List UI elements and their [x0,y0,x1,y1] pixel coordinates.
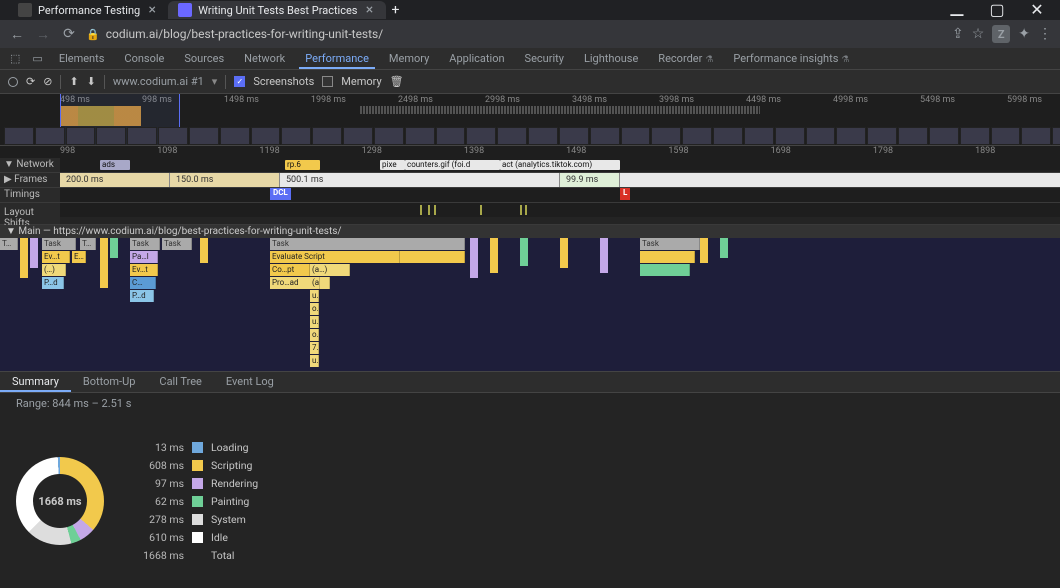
device-icon[interactable]: ▭ [26,49,48,68]
detail-ruler: 998 ms1098 ms1198 ms1298 ms1398 ms1498 m… [0,146,1060,158]
reload-button[interactable]: ⟳ [60,26,78,42]
network-request[interactable]: pixe [380,160,405,170]
address-bar: ← → ⟳ 🔒 codium.ai/blog/best-practices-fo… [0,20,1060,48]
window-controls: ⚊ ▢ ✕ [942,0,1052,21]
legend-row: 608 msScripting [134,459,258,472]
screenshots-checkbox[interactable]: ✓ [234,76,245,87]
bottom-tab-call-tree[interactable]: Call Tree [147,372,213,392]
network-request[interactable]: counters.gif (foi.d [405,160,500,170]
legend-row: 13 msLoading [134,441,258,454]
bottom-tab-summary[interactable]: Summary [0,372,71,392]
layout-shifts-lane[interactable]: Layout Shifts [0,203,1060,225]
inspect-icon[interactable]: ⬚ [4,49,26,68]
network-request[interactable]: rp.6 [285,160,320,170]
forward-button[interactable]: → [34,26,52,43]
flame-chart[interactable]: T… Task T… Task Task Task Task Ev…t E… P… [0,238,1060,371]
menu-icon[interactable]: ⋮ [1038,26,1052,42]
devtools-panel: ⬚ ▭ ElementsConsoleSourcesNetworkPerform… [0,48,1060,588]
legend-row: 1668 msTotal [134,549,258,562]
range-label: Range: 844 ms – 2.51 s [0,393,1060,414]
main-thread-header[interactable]: ▼ Main — https://www.codium.ai/blog/best… [0,225,1060,238]
devtools-tab-application[interactable]: Application [439,49,514,68]
profile-badge[interactable]: Z [992,25,1010,43]
clear-button[interactable]: ⊘ [43,75,52,88]
browser-tab-bar: Performance Testing×Writing Unit Tests B… [0,0,1060,20]
devtools-tab-console[interactable]: Console [114,49,174,68]
back-button[interactable]: ← [8,26,26,43]
memory-checkbox[interactable] [322,76,333,87]
overview-timeline[interactable]: 498 ms998 ms1498 ms1998 ms2498 ms2998 ms… [0,94,1060,146]
filmstrip [4,127,1060,145]
frame-segment[interactable]: 200.0 ms [60,173,170,187]
share-icon[interactable]: ⇪ [952,26,964,42]
bottom-tab-event-log[interactable]: Event Log [214,372,286,392]
devtools-tab-memory[interactable]: Memory [379,49,439,68]
browser-tab[interactable]: Performance Testing× [8,1,168,19]
summary-panel: 1668 ms 13 msLoading 608 msScripting 97 ms… [0,414,1060,588]
frame-segment[interactable]: 99.9 ms [560,173,620,187]
performance-toolbar: ⟳ ⊘ ⬆ ⬇ www.codium.ai #1 ▾ ✓ Screenshots… [0,70,1060,94]
legend-row: 610 msIdle [134,531,258,544]
timings-lane[interactable]: Timings DCL L [0,188,1060,203]
recording-label[interactable]: www.codium.ai #1 [113,75,204,88]
devtools-tab-security[interactable]: Security [515,49,574,68]
close-tab-icon[interactable]: × [364,4,376,16]
reload-record-button[interactable]: ⟳ [26,75,35,88]
bookmark-icon[interactable]: ☆ [972,26,985,42]
legend-row: 97 msRendering [134,477,258,490]
maximize-button[interactable]: ▢ [982,0,1012,21]
devtools-tab-lighthouse[interactable]: Lighthouse [574,49,648,68]
gc-button[interactable]: 🗑 [390,75,404,88]
devtools-tabs: ⬚ ▭ ElementsConsoleSourcesNetworkPerform… [0,48,1060,70]
new-tab-button[interactable]: + [386,2,406,18]
network-lane[interactable]: ▼ Network adsrp.6pixecounters.gif (foi.d… [0,158,1060,173]
summary-tabs: SummaryBottom-UpCall TreeEvent Log [0,371,1060,393]
url-text[interactable]: codium.ai/blog/best-practices-for-writin… [106,27,384,41]
summary-legend: 13 msLoading 608 msScripting 97 msRenderin… [134,422,258,580]
bottom-tab-bottom-up[interactable]: Bottom-Up [71,372,148,392]
devtools-tab-sources[interactable]: Sources [174,49,234,68]
record-button[interactable] [8,77,18,87]
close-window-button[interactable]: ✕ [1022,0,1052,21]
save-profile-button[interactable]: ⬇ [87,75,96,88]
network-request[interactable]: act (analytics.tiktok.com) [500,160,620,170]
extensions-icon[interactable]: ✦ [1018,26,1030,42]
frame-segment[interactable]: 150.0 ms [170,173,280,187]
devtools-tab-elements[interactable]: Elements [49,49,115,68]
devtools-tab-performance-insights[interactable]: Performance insights⚗ [723,49,859,68]
close-tab-icon[interactable]: × [146,4,158,16]
devtools-tab-performance[interactable]: Performance [295,49,379,68]
frame-segment[interactable]: 500.1 ms [280,173,560,187]
dcl-marker: DCL [270,188,291,200]
browser-tab[interactable]: Writing Unit Tests Best Practices× [168,1,385,19]
devtools-tab-recorder[interactable]: Recorder⚗ [648,49,723,68]
summary-donut-chart: 1668 ms [16,457,104,545]
load-profile-button[interactable]: ⬆ [69,75,78,88]
minimize-button[interactable]: ⚊ [942,0,972,21]
lock-icon: 🔒 [86,28,100,41]
devtools-tab-network[interactable]: Network [234,49,295,68]
load-marker: L [620,188,630,200]
legend-row: 278 msSystem [134,513,258,526]
network-request[interactable]: ads [100,160,130,170]
legend-row: 62 msPainting [134,495,258,508]
frames-lane[interactable]: ▶ Frames 200.0 ms150.0 ms500.1 ms99.9 ms [0,173,1060,188]
